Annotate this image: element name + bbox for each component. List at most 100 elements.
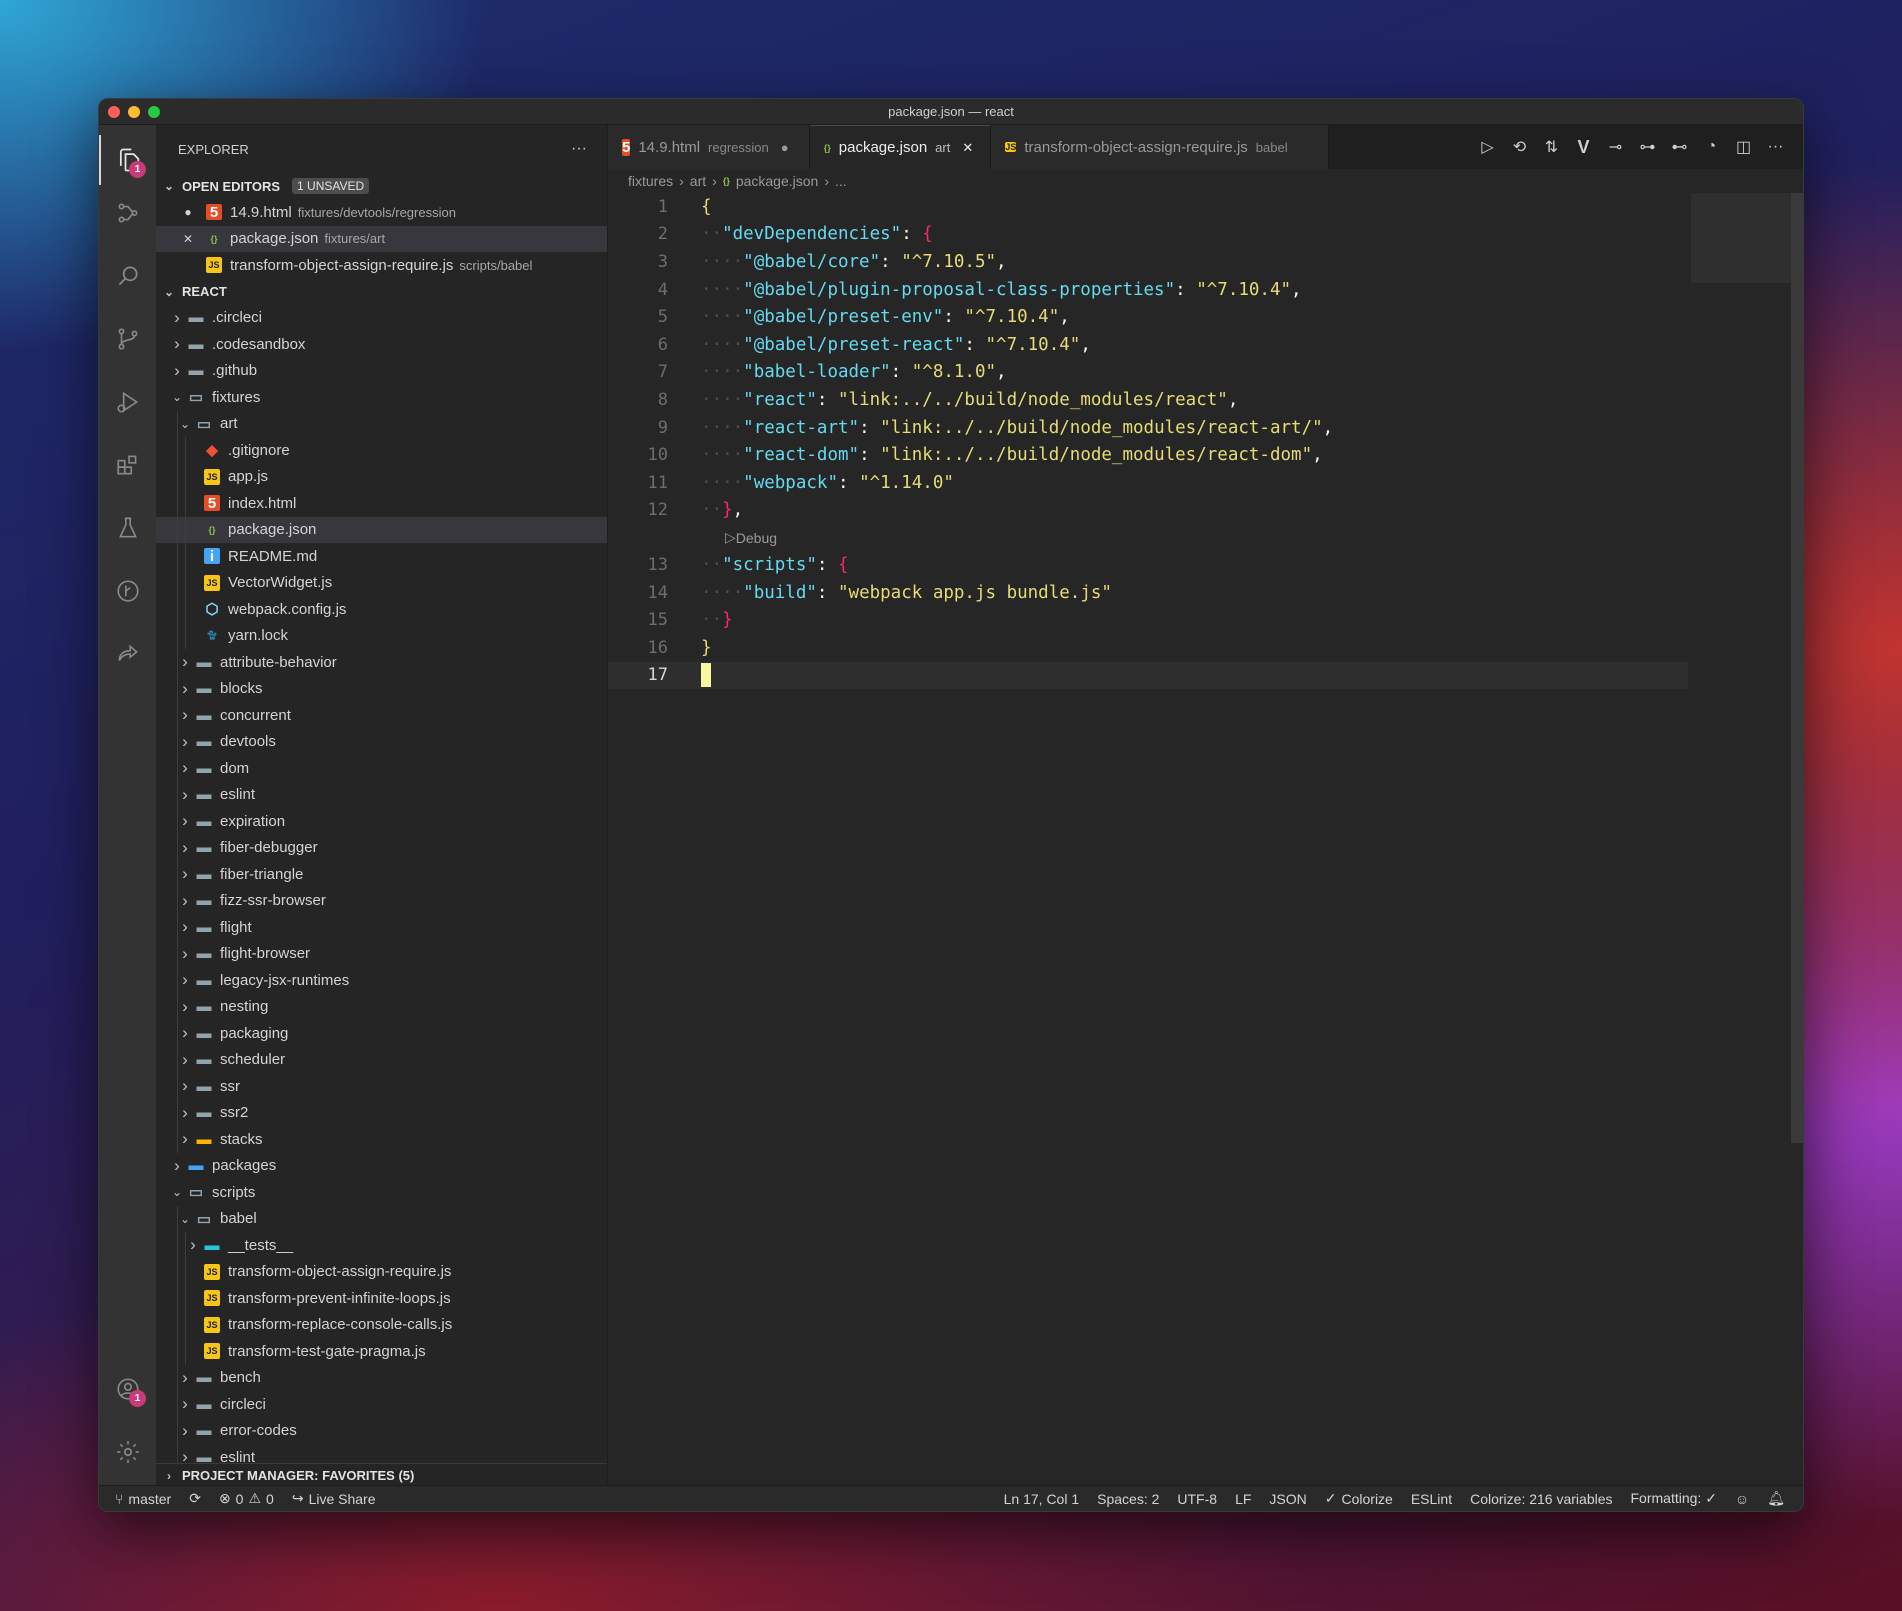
tree-file[interactable]: {} package.json [156, 516, 607, 543]
problems-status[interactable]: ⊗ 0 ⚠ 0 [219, 1490, 274, 1507]
history-icon[interactable]: ⟲ [1510, 137, 1529, 157]
tree-folder[interactable]: › ▬ .github [156, 358, 607, 385]
colorize-status[interactable]: ✓ Colorize [1325, 1490, 1393, 1507]
tree-folder[interactable]: › ▬ flight-browser [156, 940, 607, 967]
commit-icon[interactable]: ⊸ [1606, 137, 1625, 157]
tree-file[interactable]: 5 index.html [156, 490, 607, 517]
tree-folder[interactable]: › ▬ packages [156, 1153, 607, 1180]
tree-file[interactable]: JS transform-test-gate-pragma.js [156, 1338, 607, 1365]
zoom-window-button[interactable] [148, 106, 160, 118]
open-editor-item[interactable]: ● 5 14.9.html fixtures/devtools/regression [156, 199, 607, 226]
debug-codelens[interactable]: ▷ Debug [608, 524, 1688, 551]
tree-file[interactable]: JS transform-replace-console-calls.js [156, 1311, 607, 1338]
colorize-variables-status[interactable]: Colorize: 216 variables [1470, 1491, 1612, 1507]
open-editor-item[interactable]: ✕ {} package.json fixtures/art [156, 225, 607, 252]
editor-tab[interactable]: {} package.json art ✕ [809, 125, 992, 169]
tree-folder[interactable]: › ▬ attribute-behavior [156, 649, 607, 676]
tree-folder[interactable]: › ▬ stacks [156, 1126, 607, 1153]
timeline-icon[interactable]: ◔ [1702, 138, 1721, 156]
encoding-status[interactable]: UTF-8 [1177, 1491, 1217, 1507]
tree-folder[interactable]: › ▬ error-codes [156, 1417, 607, 1444]
project-manager-section[interactable]: › PROJECT MANAGER: FAVORITES (5) [156, 1463, 607, 1487]
indentation-status[interactable]: Spaces: 2 [1097, 1491, 1159, 1507]
cursor-position[interactable]: Ln 17, Col 1 [1004, 1491, 1080, 1507]
manage-activity-button[interactable] [99, 1427, 156, 1477]
tree-file[interactable]: JS VectorWidget.js [156, 569, 607, 596]
tree-folder[interactable]: › ▬ circleci [156, 1391, 607, 1418]
breadcrumb-item[interactable]: art [690, 173, 706, 189]
tree-folder[interactable]: › ▬ fizz-ssr-browser [156, 887, 607, 914]
tree-folder[interactable]: › ▬ fiber-debugger [156, 834, 607, 861]
editor-scrollbar[interactable] [1791, 193, 1803, 1143]
open-editors-section[interactable]: ⌄ OPEN EDITORS 1 UNSAVED [156, 173, 607, 199]
close-icon[interactable]: ✕ [180, 232, 196, 246]
explorer-activity-button[interactable]: 1 [99, 135, 156, 185]
search-activity-button[interactable] [99, 251, 156, 301]
tree-folder[interactable]: › ▬ expiration [156, 808, 607, 835]
tree-folder[interactable]: › ▬ legacy-jsx-runtimes [156, 967, 607, 994]
compare-icon[interactable]: ⇅ [1542, 137, 1561, 157]
tree-folder[interactable]: ⌄ ▭ art [156, 410, 607, 437]
live-share-activity-button[interactable] [99, 629, 156, 679]
tree-folder[interactable]: ⌄ ▭ babel [156, 1205, 607, 1232]
tree-file[interactable]: ⬡ webpack.config.js [156, 596, 607, 623]
formatting-status[interactable]: Formatting: ✓ [1631, 1490, 1717, 1507]
run-debug-activity-button[interactable] [99, 377, 156, 427]
git-graph-activity-button[interactable] [99, 188, 156, 238]
tree-folder[interactable]: › ▬ fiber-triangle [156, 861, 607, 888]
tree-folder[interactable]: › ▬ scheduler [156, 1046, 607, 1073]
eol-status[interactable]: LF [1235, 1491, 1251, 1507]
tree-folder[interactable]: › ▬ nesting [156, 993, 607, 1020]
tree-file[interactable]: JS app.js [156, 463, 607, 490]
tree-folder[interactable]: › ▬ concurrent [156, 702, 607, 729]
previous-change-icon[interactable]: ⊶ [1638, 137, 1657, 157]
sync-button[interactable]: ⟳ [189, 1490, 201, 1507]
tree-folder[interactable]: › ▬ ssr2 [156, 1099, 607, 1126]
tree-file[interactable]: i README.md [156, 543, 607, 570]
tree-folder[interactable]: › ▬ dom [156, 755, 607, 782]
minimize-window-button[interactable] [128, 106, 140, 118]
explorer-more-button[interactable]: ··· [571, 140, 587, 158]
tree-folder[interactable]: › ▬ .codesandbox [156, 331, 607, 358]
more-icon[interactable]: ··· [1766, 138, 1785, 156]
run-icon[interactable]: ▷ [1478, 137, 1497, 157]
tree-folder[interactable]: › ▬ ssr [156, 1073, 607, 1100]
tree-file[interactable]: 🐈︎ yarn.lock [156, 622, 607, 649]
branch-status[interactable]: ⑂ master [115, 1491, 171, 1507]
tree-folder[interactable]: ⌄ ▭ fixtures [156, 384, 607, 411]
split-editor-icon[interactable]: ◫ [1734, 137, 1753, 157]
accounts-activity-button[interactable]: 1 [99, 1364, 156, 1414]
tree-folder[interactable]: › ▬ flight [156, 914, 607, 941]
close-window-button[interactable] [108, 106, 120, 118]
breadcrumb-item[interactable]: ... [835, 173, 847, 189]
eslint-status[interactable]: ESLint [1411, 1491, 1452, 1507]
next-change-icon[interactable]: ⊷ [1670, 137, 1689, 157]
code-editor[interactable]: 1{2 ··"devDependencies": {3 ····"@babel/co… [608, 193, 1688, 1487]
tree-folder[interactable]: ⌄ ▭ scripts [156, 1179, 607, 1206]
notifications-button[interactable]: 🔔︎ [1767, 1490, 1785, 1507]
tree-folder[interactable]: › ▬ __tests__ [156, 1232, 607, 1259]
breadcrumb-item[interactable]: fixtures [628, 173, 673, 189]
breadcrumb-item[interactable]: package.json [736, 173, 819, 189]
live-share-status[interactable]: ↪ Live Share [292, 1490, 376, 1507]
editor-tab[interactable]: 5 14.9.html regression ● [608, 125, 810, 169]
tree-folder[interactable]: › ▬ blocks [156, 675, 607, 702]
close-icon[interactable]: ✕ [962, 140, 976, 156]
react-section[interactable]: ⌄ REACT [156, 279, 607, 305]
editor-tab[interactable]: JS transform-object-assign-require.js babe… [991, 125, 1329, 169]
minimap[interactable] [1691, 193, 1791, 283]
testing-activity-button[interactable] [99, 503, 156, 553]
open-editor-item[interactable]: JS transform-object-assign-require.js scri… [156, 252, 607, 279]
source-control-activity-button[interactable] [99, 314, 156, 364]
feedback-button[interactable]: ☺ [1735, 1491, 1749, 1507]
tree-file[interactable]: JS transform-prevent-infinite-loops.js [156, 1285, 607, 1312]
tree-folder[interactable]: › ▬ .circleci [156, 305, 607, 332]
tree-file[interactable]: JS transform-object-assign-require.js [156, 1258, 607, 1285]
tree-folder[interactable]: › ▬ devtools [156, 728, 607, 755]
extensions-activity-button[interactable] [99, 440, 156, 490]
tree-folder[interactable]: › ▬ eslint [156, 781, 607, 808]
tree-file[interactable]: ◆ .gitignore [156, 437, 607, 464]
language-mode[interactable]: JSON [1269, 1491, 1306, 1507]
gitlens-activity-button[interactable] [99, 566, 156, 616]
tree-folder[interactable]: › ▬ packaging [156, 1020, 607, 1047]
